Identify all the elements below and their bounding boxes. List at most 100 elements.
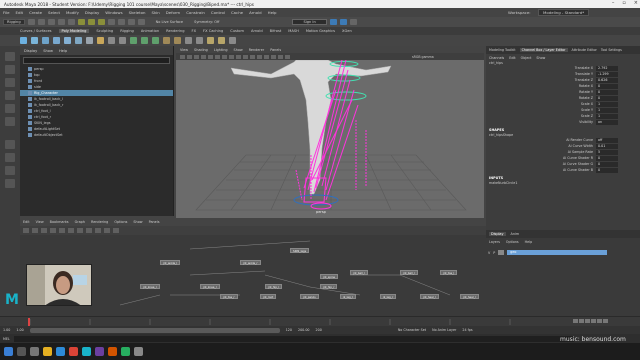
snap-grid-icon[interactable]	[107, 19, 115, 25]
grid-toggle-icon[interactable]	[104, 228, 110, 233]
graph-input-output-icon[interactable]	[23, 228, 29, 233]
range-inner-end-field[interactable]: 120	[286, 328, 292, 332]
snap-view-icon[interactable]	[137, 19, 145, 25]
vp-menu-show[interactable]: Show	[234, 48, 243, 52]
simple-mode-icon[interactable]	[77, 228, 83, 233]
live-surface-label[interactable]: No Live Surface	[156, 20, 183, 24]
recorder-icon[interactable]	[108, 347, 117, 356]
graph-node[interactable]: jnt_root	[260, 294, 277, 299]
graph-node[interactable]: jnt_ball_r	[400, 270, 419, 275]
menu-skeleton[interactable]: Skeleton	[129, 10, 146, 15]
shelf-tab-animation[interactable]: Animation	[141, 29, 159, 33]
bridge-icon[interactable]	[141, 37, 148, 44]
graph-node[interactable]: jnt_hip_l	[265, 284, 283, 289]
menu-constrain[interactable]: Constrain	[186, 10, 205, 15]
ne-menu-show[interactable]: Show	[133, 220, 142, 224]
go-start-icon[interactable]	[573, 319, 578, 323]
shelf-tab-poly-modeling[interactable]: Poly Modeling	[58, 29, 90, 33]
layer-color-swatch[interactable]	[498, 250, 505, 255]
lights-icon[interactable]	[250, 54, 255, 59]
ch-menu-edit[interactable]: Edit	[509, 56, 515, 60]
menu-file[interactable]: File	[3, 10, 10, 15]
fps-select[interactable]: 24 fps	[462, 328, 472, 332]
shelf-tab-arnold[interactable]: Arnold	[251, 29, 263, 33]
open-scene-icon[interactable]	[37, 19, 45, 25]
resolution-gate-icon[interactable]	[222, 54, 227, 59]
channel-value[interactable]: 0	[596, 89, 618, 95]
shelf-tab-sculpting[interactable]: Sculpting	[96, 29, 113, 33]
render-settings-icon[interactable]	[349, 19, 357, 25]
channel-value[interactable]: -1.299	[596, 71, 618, 77]
range-bar[interactable]	[29, 327, 280, 333]
chrome-icon[interactable]	[69, 347, 78, 356]
graph-node[interactable]: ik_leg_l	[340, 294, 356, 299]
snap-point-icon[interactable]	[127, 19, 135, 25]
file-explorer-icon[interactable]	[43, 347, 52, 356]
extrude-icon[interactable]	[130, 37, 137, 44]
tab-attribute-editor[interactable]: Attribute Editor	[572, 48, 597, 52]
tab-tool-settings[interactable]: Tool Settings	[601, 48, 622, 52]
channel-value[interactable]: on	[596, 119, 618, 125]
minimize-icon[interactable]: –	[612, 0, 615, 6]
shelf-tab-fx-caching[interactable]: FX Caching	[203, 29, 223, 33]
textured-icon[interactable]	[243, 54, 248, 59]
torus-icon[interactable]	[64, 37, 71, 44]
shelf-tab-mash[interactable]: MASH	[288, 29, 299, 33]
menu-windows[interactable]: Windows	[105, 10, 122, 15]
move-tool-icon[interactable]	[5, 91, 15, 100]
camera-icon[interactable]	[180, 54, 185, 59]
graph-node[interactable]: ik_leg_r	[380, 294, 397, 299]
notepad-icon[interactable]	[134, 347, 143, 356]
select-hierarchy-icon[interactable]	[77, 19, 85, 25]
menu-control[interactable]: Control	[211, 10, 225, 15]
menu-select[interactable]: Select	[48, 10, 60, 15]
snap-curve-icon[interactable]	[117, 19, 125, 25]
app-icon[interactable]	[95, 347, 104, 356]
menu-display[interactable]: Display	[85, 10, 99, 15]
character-set-select[interactable]: No Character Set	[398, 328, 426, 332]
task-view-icon[interactable]	[30, 347, 39, 356]
image-plane-icon[interactable]	[201, 54, 206, 59]
super-shape-icon[interactable]	[97, 37, 104, 44]
channel-value[interactable]: 1	[596, 113, 618, 119]
range-end-field[interactable]: 200.00	[298, 328, 310, 332]
viewport-panel[interactable]: View Shading Lighting Show Renderer Pane…	[176, 46, 484, 218]
menuset-select[interactable]: Rigging	[3, 19, 25, 25]
shelf-tab-motion-graphics[interactable]: Motion Graphics	[306, 29, 335, 33]
select-component-icon[interactable]	[97, 19, 105, 25]
outliner-menu-show[interactable]: Show	[43, 49, 53, 53]
close-icon[interactable]: ×	[634, 0, 638, 6]
shelf-tab-curves[interactable]: Curves / Surfaces	[20, 29, 52, 33]
menu-help[interactable]: Help	[268, 10, 277, 15]
shelf-tab-rendering[interactable]: Rendering	[166, 29, 184, 33]
graph-node[interactable]: jnt_spine	[320, 274, 339, 279]
ch-menu-channels[interactable]: Channels	[489, 56, 504, 60]
grid-icon[interactable]	[208, 54, 213, 59]
graph-node[interactable]: jnt_heel_l	[420, 294, 439, 299]
film-gate-icon[interactable]	[215, 54, 220, 59]
layer-name[interactable]: geo	[507, 250, 608, 255]
wireframe-icon[interactable]	[229, 54, 234, 59]
menu-modify[interactable]: Modify	[66, 10, 79, 15]
ne-menu-edit[interactable]: Edit	[23, 220, 30, 224]
boolean-icon[interactable]	[218, 37, 225, 44]
separate-icon[interactable]	[119, 37, 126, 44]
play-forward-icon[interactable]	[591, 319, 596, 323]
render-icon[interactable]	[329, 19, 337, 25]
channel-value[interactable]: 0	[596, 155, 618, 161]
graph-node[interactable]: jnt_heel_r	[460, 294, 480, 299]
workspace-select[interactable]: Modeling - Standard*	[538, 9, 590, 16]
menu-cache[interactable]: Cache	[231, 10, 243, 15]
channel-value[interactable]: 0.626	[596, 77, 618, 83]
rotate-tool-icon[interactable]	[5, 104, 15, 113]
command-language-label[interactable]: MEL	[3, 337, 10, 341]
edge-icon[interactable]	[56, 347, 65, 356]
go-end-icon[interactable]	[603, 319, 608, 323]
disc-icon[interactable]	[86, 37, 93, 44]
ao-icon[interactable]	[264, 54, 269, 59]
uv-editor-icon[interactable]	[229, 37, 236, 44]
layer-tab-display[interactable]: Display	[489, 232, 506, 236]
outliner-menu-display[interactable]: Display	[24, 49, 37, 53]
sphere-icon[interactable]	[20, 37, 27, 44]
lock-camera-icon[interactable]	[187, 54, 192, 59]
